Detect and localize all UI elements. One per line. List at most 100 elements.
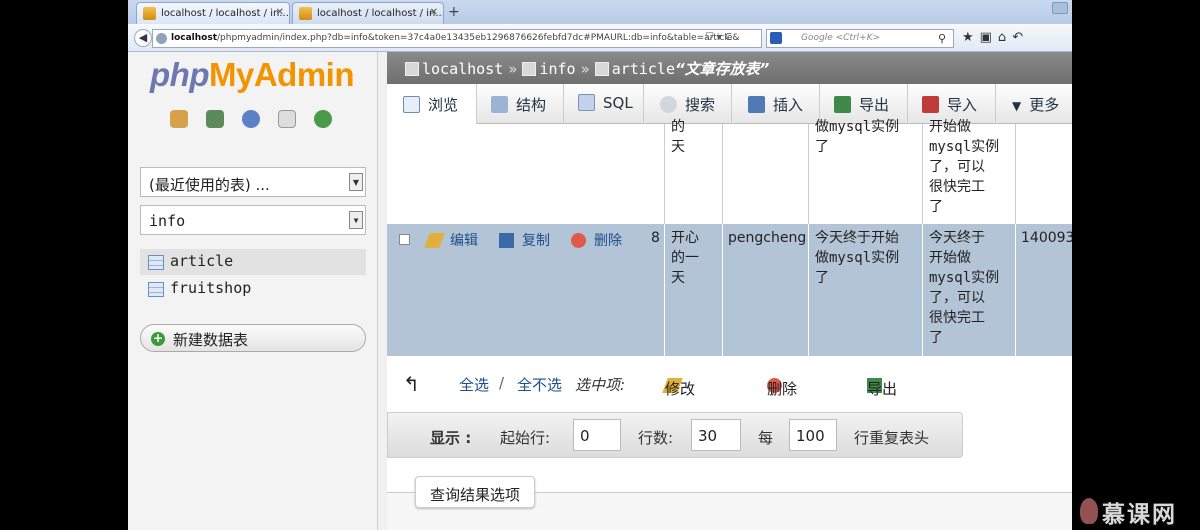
browse-icon [403,96,420,113]
column-divider [922,124,923,224]
database-icon [522,62,537,76]
tab-browse[interactable]: 浏览 [387,84,477,124]
table-icon [148,255,164,270]
delete-icon [571,233,586,248]
new-tab-button[interactable]: + [448,4,460,20]
row-checkbox[interactable] [399,234,410,245]
pencil-icon [424,233,445,248]
table-row: 的天 做mysql实例了 开始做 mysql实例 了，可以 很快完工了 [387,119,1072,224]
arrow-up-icon: ↰ [403,372,420,396]
browser-tab-label: localhost / localhost / in... [317,8,444,19]
search-icon[interactable]: ⚲ [938,32,946,45]
new-table-button[interactable]: + 新建数据表 [140,324,366,352]
url-path: /phpmyadmin/index.php?db=info&token=37c4… [217,33,740,43]
results-grid: 的天 做mysql实例了 开始做 mysql实例 了，可以 很快完工了 8 开心 的一天… [387,119,1072,356]
reload-icon[interactable] [314,110,333,128]
navigation-panel: phpMyAdmin (最近使用的表) ... ▼ info ▼ article… [128,52,378,530]
start-row-input[interactable]: 0 [573,419,621,451]
chevron-down-icon: ▼ [349,173,363,191]
tab-insert[interactable]: 插入 [732,84,820,124]
column-divider [808,124,809,224]
sidebar-item-fruitshop[interactable]: fruitshop [140,276,366,302]
with-selected-label: 选中项: [575,376,626,394]
docs-icon[interactable] [278,110,297,128]
sidebar-item-article[interactable]: article [140,249,366,275]
column-divider [722,124,723,224]
url-bar[interactable]: localhost/phpmyadmin/index.php?db=info&t… [152,29,762,48]
rows-input[interactable]: 30 [691,419,741,451]
help-icon[interactable] [242,110,261,128]
toolbar-icons[interactable]: ★▣⌂↶ [962,30,1029,45]
breadcrumb-table[interactable]: article [612,60,675,78]
cell-id: 8 [651,230,660,246]
import-icon [922,96,939,113]
column-divider [664,124,665,224]
bulk-actions: ↰ 全选 / 全不选 选中项: 修改 删除 导出 [403,372,898,398]
tab-search[interactable]: 搜索 [644,84,732,124]
check-all-link[interactable]: 全选 [459,374,489,395]
cell-author: pengcheng [728,230,807,246]
back-button[interactable]: ◀ [134,29,152,47]
display-label: 显示 : [430,429,472,447]
insert-icon [748,96,765,113]
row-delete-link[interactable]: 删除 [571,230,622,250]
every-label: 每 [758,429,774,447]
url-bar-icons[interactable]: ⛉ ▾ C [706,32,732,43]
export-icon [834,96,851,113]
watermark-logo-icon [1080,498,1098,524]
structure-icon [491,96,508,113]
favicon-icon [299,7,312,20]
table-row[interactable]: 8 开心 的一天 pengcheng 今天终于开始 做mysql实例了 今天终于 开始… [387,224,1072,356]
cell-summary: 今天终于 开始做 mysql实例 了，可以 很快完工了 [929,230,1000,346]
table-icon [594,62,609,76]
breadcrumb-db[interactable]: info [539,60,575,78]
breadcrumb-server[interactable]: localhost [422,60,503,78]
watermark: 慕课网 [1102,502,1177,528]
screen: localhost / localhost / in... ✕ localhos… [128,0,1072,530]
table-icon [148,282,164,297]
tab-structure[interactable]: 结构 [477,84,564,124]
phpmyadmin-logo[interactable]: phpMyAdmin [150,56,354,94]
uncheck-all-link[interactable]: 全不选 [517,374,562,395]
window-button[interactable] [1052,2,1068,14]
plus-icon: + [151,331,165,346]
search-icon [660,96,677,113]
chevron-down-icon: ▼ [1012,99,1022,113]
cell-summary: 开始做 mysql实例 了，可以 很快完工了 [929,119,1000,215]
cell-content: 做mysql实例了 [815,119,900,155]
display-options: 显示 : 起始行: 0 行数: 30 每 100 行重复表头 [387,412,963,458]
browser-tab-1[interactable]: localhost / localhost / in... ✕ [136,2,290,24]
main-panel: localhost» info» article“文章存放表” 浏览 结构 SQL … [387,52,1072,530]
close-icon[interactable]: ✕ [430,7,438,18]
tab-more[interactable]: ▼ 更多 [996,84,1072,124]
cell-content: 今天终于开始 做mysql实例了 [815,230,900,286]
row-edit-link[interactable]: 编辑 [424,230,478,250]
repeat-header-input[interactable]: 100 [789,419,837,451]
url-host: localhost [171,33,218,43]
home-icon[interactable] [170,110,188,128]
row-copy-link[interactable]: 复制 [499,230,550,250]
query-options-toggle[interactable]: 查询结果选项 [415,476,536,508]
search-engine-icon[interactable] [770,32,782,44]
logout-icon[interactable] [206,110,225,128]
separator: / [499,374,505,392]
sql-icon [578,94,595,111]
cell-time: 140093 [1021,230,1072,246]
recent-tables-select[interactable]: (最近使用的表) ... ▼ [140,167,366,197]
start-row-label: 起始行: [500,429,551,447]
breadcrumb: localhost» info» article“文章存放表” [387,52,1072,84]
tab-sql[interactable]: SQL [564,84,644,124]
close-icon[interactable]: ✕ [276,7,284,18]
nav-icon-row [170,110,345,132]
favicon-icon [143,7,156,20]
browser-tab-bar: localhost / localhost / in... ✕ localhos… [128,0,1072,24]
cell-title: 的天 [671,119,685,155]
database-select[interactable]: info ▼ [140,205,366,235]
copy-icon [499,233,514,248]
cell-title: 开心 的一天 [671,230,699,286]
chevron-down-icon: ▼ [349,211,363,229]
browser-tab-label: localhost / localhost / in... [161,8,289,19]
search-input[interactable]: Google <Ctrl+K> [766,29,954,48]
rows-label: 行数: [638,429,674,447]
browser-tab-2[interactable]: localhost / localhost / in... ✕ [292,2,444,24]
